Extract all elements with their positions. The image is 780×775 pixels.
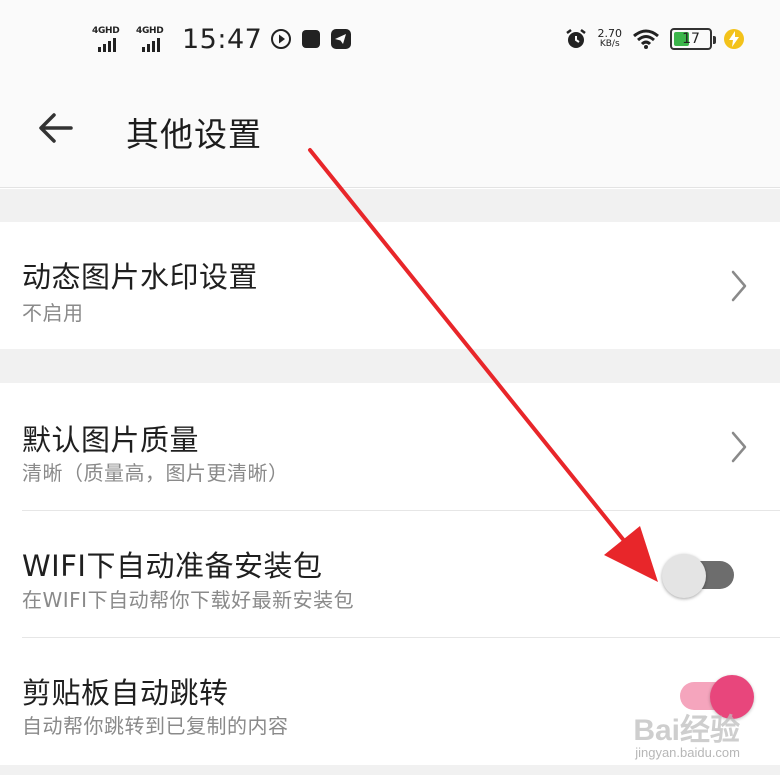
section-gap-2 bbox=[0, 349, 780, 383]
cellular-signal-2: 4GHD bbox=[136, 26, 172, 52]
network-type-label-2: 4GHD bbox=[136, 26, 164, 36]
status-bar: 4GHD 4GHD 15:47 2.70 KB/s 17 bbox=[0, 0, 780, 78]
setting-title: 默认图片质量 bbox=[22, 423, 200, 457]
setting-subtitle: 清晰（质量高，图片更清晰） bbox=[22, 461, 289, 485]
setting-row-default-image-quality[interactable]: 默认图片质量 清晰（质量高，图片更清晰） bbox=[0, 383, 780, 510]
baidu-jingyan-watermark: Bai经验 jingyan.baidu.com bbox=[580, 701, 740, 767]
wifi-icon bbox=[632, 28, 660, 50]
setting-title: 动态图片水印设置 bbox=[22, 260, 259, 294]
battery-level: 17 bbox=[682, 31, 700, 47]
network-speed-value: 2.70 bbox=[597, 27, 623, 40]
status-bar-left: 4GHD 4GHD 15:47 bbox=[92, 20, 352, 58]
setting-row-dynamic-watermark[interactable]: 动态图片水印设置 不启用 bbox=[0, 222, 780, 349]
watermark-text: Bai经验 bbox=[633, 714, 740, 747]
status-time: 15:47 bbox=[182, 23, 263, 55]
network-speed: 2.70 KB/s bbox=[598, 28, 623, 50]
battery-icon: 17 bbox=[670, 28, 716, 50]
chevron-right-icon bbox=[728, 268, 750, 304]
setting-row-wifi-auto-download[interactable]: WIFI下自动准备安装包 在WIFI下自动帮你下载好最新安装包 bbox=[0, 511, 780, 637]
back-arrow-icon bbox=[39, 113, 73, 143]
watermark-subtext: jingyan.baidu.com bbox=[635, 745, 740, 760]
status-bar-right: 2.70 KB/s 17 bbox=[564, 22, 747, 56]
toggle-knob bbox=[662, 554, 706, 598]
telegram-icon bbox=[330, 28, 352, 50]
signal-bars-icon bbox=[98, 38, 116, 52]
setting-subtitle: 在WIFI下自动帮你下载好最新安装包 bbox=[22, 588, 355, 612]
stop-icon bbox=[300, 28, 322, 50]
alarm-icon bbox=[564, 27, 588, 51]
charging-icon bbox=[722, 27, 746, 51]
app-header: 其他设置 bbox=[0, 78, 780, 188]
signal-bars-icon bbox=[142, 38, 160, 52]
page-title: 其他设置 bbox=[126, 115, 262, 154]
setting-subtitle: 不启用 bbox=[22, 301, 84, 325]
chevron-right-icon bbox=[728, 429, 750, 465]
setting-title: 剪贴板自动跳转 bbox=[22, 676, 229, 710]
play-icon bbox=[270, 28, 292, 50]
wifi-auto-download-toggle[interactable] bbox=[662, 551, 736, 601]
setting-title: WIFI下自动准备安装包 bbox=[22, 549, 323, 583]
setting-subtitle: 自动帮你跳转到已复制的内容 bbox=[22, 714, 289, 738]
section-gap-1 bbox=[0, 189, 780, 222]
cellular-signal-1: 4GHD bbox=[92, 26, 128, 52]
back-button[interactable] bbox=[34, 106, 78, 150]
network-speed-unit: KB/s bbox=[599, 39, 620, 49]
network-type-label-1: 4GHD bbox=[92, 26, 120, 36]
